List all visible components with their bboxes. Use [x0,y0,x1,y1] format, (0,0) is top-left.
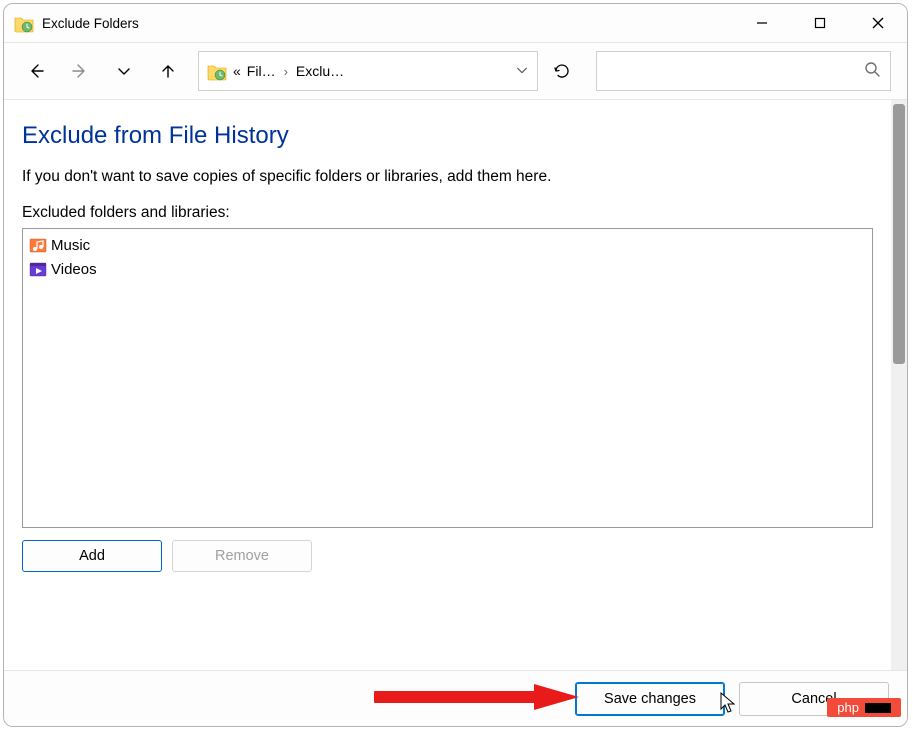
save-changes-button[interactable]: Save changes [575,682,725,716]
breadcrumb-overflow[interactable]: « [233,63,241,79]
search-input[interactable] [596,51,891,91]
list-item-label: Music [51,237,90,254]
dialog-footer: Save changes Cancel [4,670,907,726]
window-title: Exclude Folders [42,16,139,31]
chevron-right-icon: › [282,64,290,79]
videos-library-icon [29,260,47,278]
folder-history-icon [207,61,227,81]
breadcrumb-item-current[interactable]: Exclu… [296,63,344,79]
list-label: Excluded folders and libraries: [22,204,873,222]
up-button[interactable] [148,51,188,91]
breadcrumb-dropdown[interactable] [515,63,529,80]
folder-history-icon [14,13,34,33]
scrollbar-thumb[interactable] [893,104,905,364]
breadcrumb-item-root[interactable]: Fil… [247,63,276,79]
search-icon [864,61,880,82]
page-title: Exclude from File History [22,122,873,150]
watermark-bar [865,703,891,713]
music-library-icon [29,236,47,254]
window-controls [733,4,907,42]
page-description: If you don't want to save copies of spec… [22,168,873,186]
watermark-text: php [837,700,859,715]
breadcrumb[interactable]: « Fil… › Exclu… [198,51,538,91]
title-bar: Exclude Folders [4,4,907,42]
list-item-label: Videos [51,261,97,278]
content-area: Exclude from File History If you don't w… [4,100,907,670]
list-item[interactable]: Music [25,233,870,257]
refresh-button[interactable] [542,51,582,91]
navigation-bar: « Fil… › Exclu… [4,42,907,100]
list-item[interactable]: Videos [25,257,870,281]
vertical-scrollbar[interactable] [891,100,907,670]
forward-button[interactable] [60,51,100,91]
close-button[interactable] [849,4,907,42]
maximize-button[interactable] [791,4,849,42]
list-actions: Add Remove [22,540,873,572]
recent-locations-button[interactable] [104,51,144,91]
window-frame: Exclude Folders [3,3,908,727]
remove-button: Remove [172,540,312,572]
back-button[interactable] [16,51,56,91]
excluded-folders-list[interactable]: Music Videos [22,228,873,528]
watermark-badge: php [827,698,901,717]
add-button[interactable]: Add [22,540,162,572]
minimize-button[interactable] [733,4,791,42]
